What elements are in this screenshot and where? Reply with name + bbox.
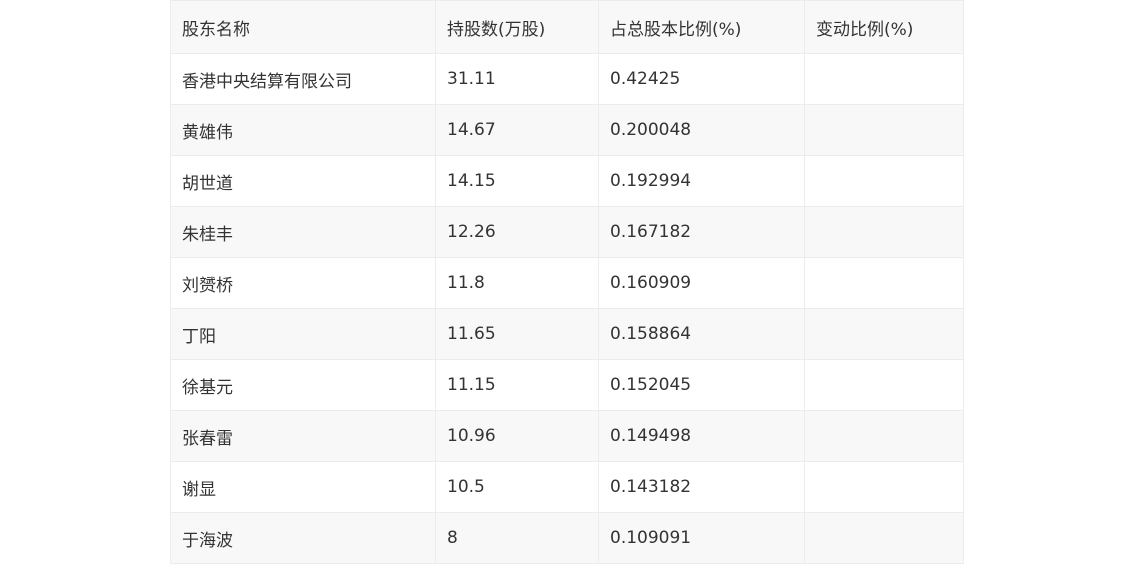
cell-shareholder-name: 黄雄伟: [170, 104, 436, 156]
cell-share-ratio: 0.42425: [598, 53, 805, 105]
cell-shares-held: 11.65: [435, 308, 599, 360]
cell-change-ratio: [804, 308, 964, 360]
header-change-ratio: 变动比例(%): [804, 0, 964, 54]
cell-change-ratio: [804, 53, 964, 105]
table-row: 朱桂丰 12.26 0.167182: [170, 206, 964, 258]
header-shares-held: 持股数(万股): [435, 0, 599, 54]
cell-shares-held: 14.15: [435, 155, 599, 207]
cell-shares-held: 10.5: [435, 461, 599, 513]
cell-share-ratio: 0.143182: [598, 461, 805, 513]
cell-change-ratio: [804, 257, 964, 309]
shareholder-table: 股东名称 持股数(万股) 占总股本比例(%) 变动比例(%) 香港中央结算有限公…: [170, 0, 964, 564]
table-row: 于海波 8 0.109091: [170, 512, 964, 564]
table-row: 胡世道 14.15 0.192994: [170, 155, 964, 207]
cell-shareholder-name: 丁阳: [170, 308, 436, 360]
cell-shareholder-name: 徐基元: [170, 359, 436, 411]
cell-shares-held: 14.67: [435, 104, 599, 156]
cell-shares-held: 11.8: [435, 257, 599, 309]
table-body: 香港中央结算有限公司 31.11 0.42425 黄雄伟 14.67 0.200…: [170, 53, 964, 564]
table-row: 徐基元 11.15 0.152045: [170, 359, 964, 411]
cell-change-ratio: [804, 512, 964, 564]
cell-change-ratio: [804, 104, 964, 156]
header-share-ratio: 占总股本比例(%): [598, 0, 805, 54]
cell-shareholder-name: 朱桂丰: [170, 206, 436, 258]
header-shareholder-name: 股东名称: [170, 0, 436, 54]
table-row: 刘赟桥 11.8 0.160909: [170, 257, 964, 309]
cell-share-ratio: 0.192994: [598, 155, 805, 207]
cell-shares-held: 12.26: [435, 206, 599, 258]
cell-shareholder-name: 香港中央结算有限公司: [170, 53, 436, 105]
cell-shares-held: 8: [435, 512, 599, 564]
cell-shares-held: 10.96: [435, 410, 599, 462]
cell-shares-held: 11.15: [435, 359, 599, 411]
cell-share-ratio: 0.152045: [598, 359, 805, 411]
cell-change-ratio: [804, 461, 964, 513]
cell-share-ratio: 0.149498: [598, 410, 805, 462]
cell-change-ratio: [804, 359, 964, 411]
cell-share-ratio: 0.200048: [598, 104, 805, 156]
cell-shareholder-name: 胡世道: [170, 155, 436, 207]
table-row: 香港中央结算有限公司 31.11 0.42425: [170, 53, 964, 105]
cell-shareholder-name: 张春雷: [170, 410, 436, 462]
cell-change-ratio: [804, 410, 964, 462]
table-row: 丁阳 11.65 0.158864: [170, 308, 964, 360]
table-row: 黄雄伟 14.67 0.200048: [170, 104, 964, 156]
cell-share-ratio: 0.158864: [598, 308, 805, 360]
table-row: 张春雷 10.96 0.149498: [170, 410, 964, 462]
cell-shareholder-name: 刘赟桥: [170, 257, 436, 309]
cell-share-ratio: 0.160909: [598, 257, 805, 309]
header-row: 股东名称 持股数(万股) 占总股本比例(%) 变动比例(%): [170, 0, 964, 54]
cell-change-ratio: [804, 155, 964, 207]
table-header: 股东名称 持股数(万股) 占总股本比例(%) 变动比例(%): [170, 0, 964, 54]
cell-share-ratio: 0.167182: [598, 206, 805, 258]
cell-shares-held: 31.11: [435, 53, 599, 105]
cell-shareholder-name: 谢显: [170, 461, 436, 513]
table-row: 谢显 10.5 0.143182: [170, 461, 964, 513]
cell-share-ratio: 0.109091: [598, 512, 805, 564]
cell-change-ratio: [804, 206, 964, 258]
cell-shareholder-name: 于海波: [170, 512, 436, 564]
shareholder-table-container: 股东名称 持股数(万股) 占总股本比例(%) 变动比例(%) 香港中央结算有限公…: [170, 0, 964, 564]
